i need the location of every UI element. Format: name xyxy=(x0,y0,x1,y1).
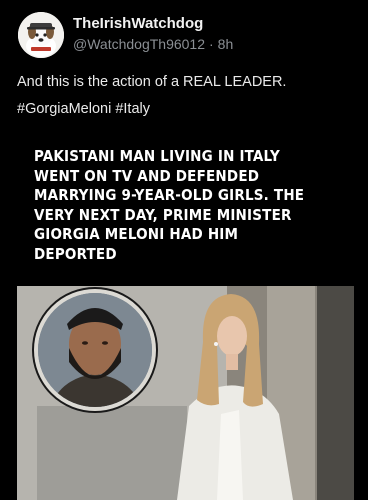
handle[interactable]: @WatchdogTh96012 xyxy=(73,36,205,52)
post-text-line: And this is the action of a REAL LEADER. xyxy=(17,74,287,90)
headline-line: GIORGIA MELONI HAD HIM xyxy=(34,225,239,243)
photo-illustration xyxy=(17,286,354,500)
hashtag-line: #GorgiaMeloni #Italy xyxy=(17,96,357,123)
hashtag-link[interactable]: #Italy xyxy=(115,101,150,117)
post-meta: @WatchdogTh96012 · 8h xyxy=(73,36,233,52)
post-text: And this is the action of a REAL LEADER.… xyxy=(17,69,357,123)
meta-separator: · xyxy=(209,36,214,52)
display-name[interactable]: TheIrishWatchdog xyxy=(73,15,203,32)
hashtag-link[interactable]: #GorgiaMeloni xyxy=(17,101,111,117)
avatar[interactable] xyxy=(18,12,64,58)
post-card[interactable]: TheIrishWatchdog @WatchdogTh96012 · 8h A… xyxy=(0,0,368,500)
media-photo[interactable] xyxy=(17,286,354,500)
timestamp[interactable]: 8h xyxy=(218,36,234,52)
headline-line: DEPORTED xyxy=(34,244,117,263)
headline-line: WENT ON TV AND DEFENDED xyxy=(34,166,260,185)
dog-avatar-icon xyxy=(18,12,64,58)
post-media[interactable]: PAKISTANI MAN LIVING IN ITALY WENT ON TV… xyxy=(17,130,354,500)
media-headline: PAKISTANI MAN LIVING IN ITALY WENT ON TV… xyxy=(34,147,349,264)
headline-line: PAKISTANI MAN LIVING IN ITALY xyxy=(34,147,280,165)
headline-line: MARRYING 9-YEAR-OLD GIRLS. THE xyxy=(34,186,305,204)
headline-line: VERY NEXT DAY, PRIME MINISTER xyxy=(34,205,292,224)
